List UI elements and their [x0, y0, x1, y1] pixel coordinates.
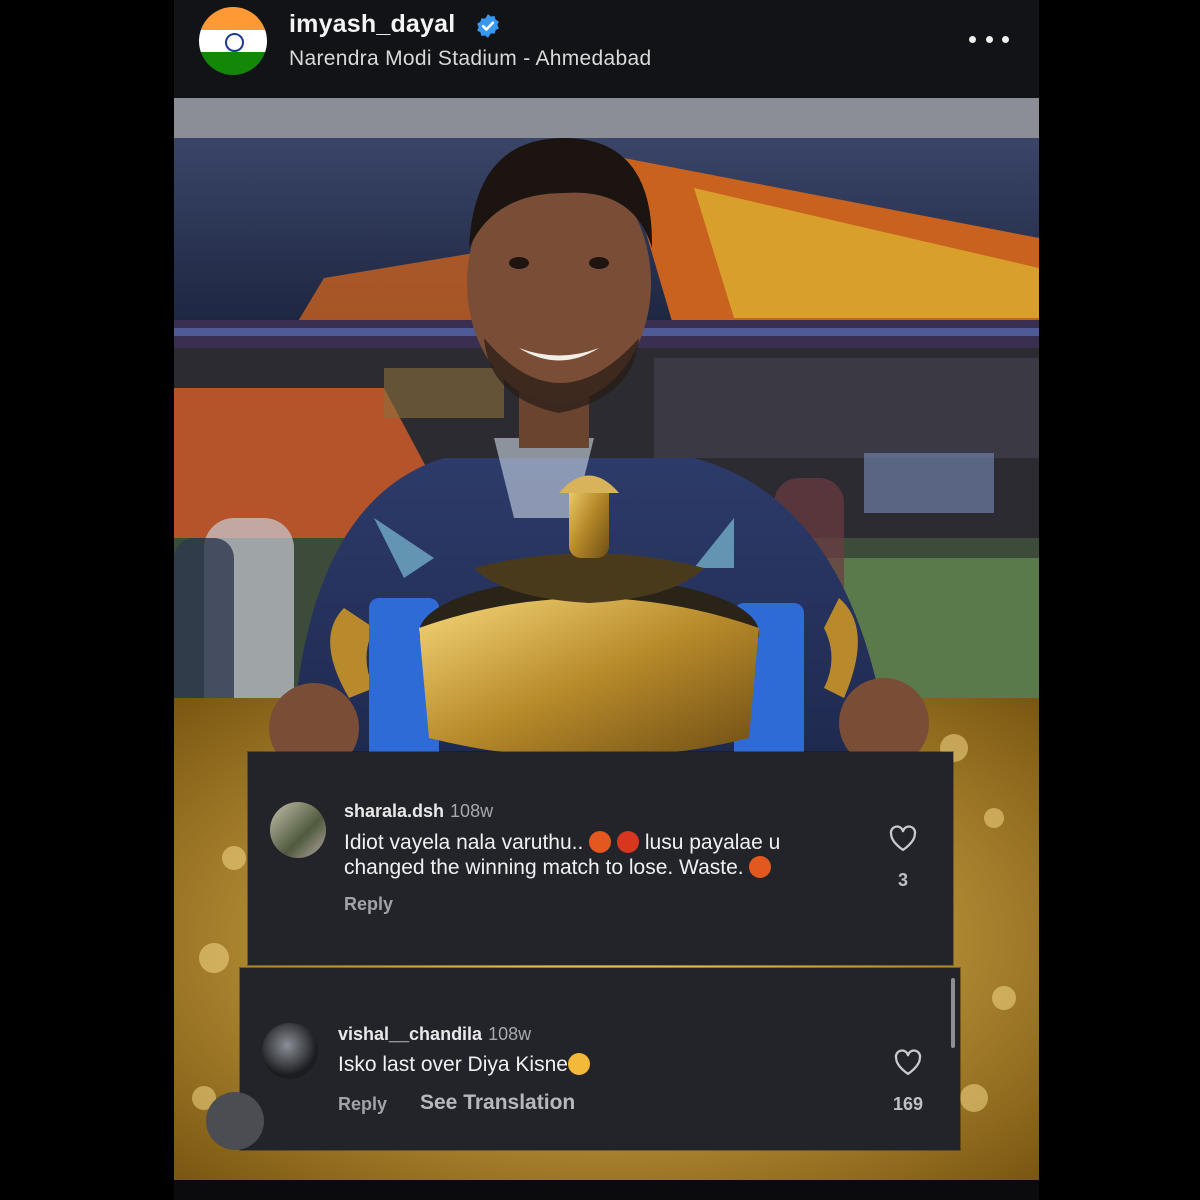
commenter-avatar[interactable] [262, 1023, 318, 1079]
angry-face-emoji [617, 831, 640, 853]
like-count: 3 [897, 870, 908, 890]
comment-text: Idiot vayela nala varuthu.. lusu payalae… [344, 830, 864, 880]
comment-text-part: changed the winning match to lose. Waste… [344, 856, 744, 879]
post-bottom-bar [174, 1180, 1039, 1200]
post-header: imyash_dayal Narendra Modi Stadium - Ahm… [174, 0, 1039, 98]
profile-icon[interactable] [206, 1092, 264, 1150]
comment-username[interactable]: vishal__chandila [338, 1024, 482, 1044]
post-frame: imyash_dayal Narendra Modi Stadium - Ahm… [174, 0, 1039, 1200]
comment-text-part: Idiot vayela nala varuthu.. [344, 831, 584, 854]
comment-time: 108w [488, 1024, 532, 1044]
indian-flag-icon[interactable] [199, 7, 267, 75]
comment-header: vishal__chandila 108w [338, 1024, 531, 1045]
like-count: 169 [892, 1094, 924, 1114]
see-translation-button[interactable]: See Translation [420, 1091, 575, 1115]
commenter-avatar[interactable] [270, 802, 326, 858]
scrollbar[interactable] [951, 978, 955, 1048]
reply-button[interactable]: Reply [344, 894, 393, 915]
comment-text: Isko last over Diya Kisne [338, 1052, 590, 1077]
comment-time: 108w [450, 801, 494, 821]
reply-button[interactable]: Reply [338, 1094, 387, 1115]
angry-swearing-face-emoji [749, 856, 772, 878]
comment-card[interactable]: sharala.dsh 108w Idiot vayela nala varuth… [248, 752, 953, 965]
comment-username[interactable]: sharala.dsh [344, 801, 444, 821]
angry-swearing-face-emoji [589, 831, 612, 853]
post-location[interactable]: Narendra Modi Stadium - Ahmedabad [289, 47, 651, 71]
comment-header: sharala.dsh 108w [344, 801, 493, 822]
comment-text-part: lusu payalae u [644, 831, 781, 854]
crying-face-emoji [567, 1053, 590, 1075]
more-options-icon[interactable] [969, 30, 1009, 48]
comment-card[interactable]: vishal__chandila 108w Isko last over Diya… [240, 968, 960, 1150]
heart-icon[interactable] [888, 824, 918, 852]
post-username[interactable]: imyash_dayal [289, 10, 455, 39]
comment-text-part: Isko last over Diya Kisne [338, 1053, 568, 1076]
verified-badge-icon [477, 14, 499, 38]
heart-icon[interactable] [893, 1048, 923, 1076]
